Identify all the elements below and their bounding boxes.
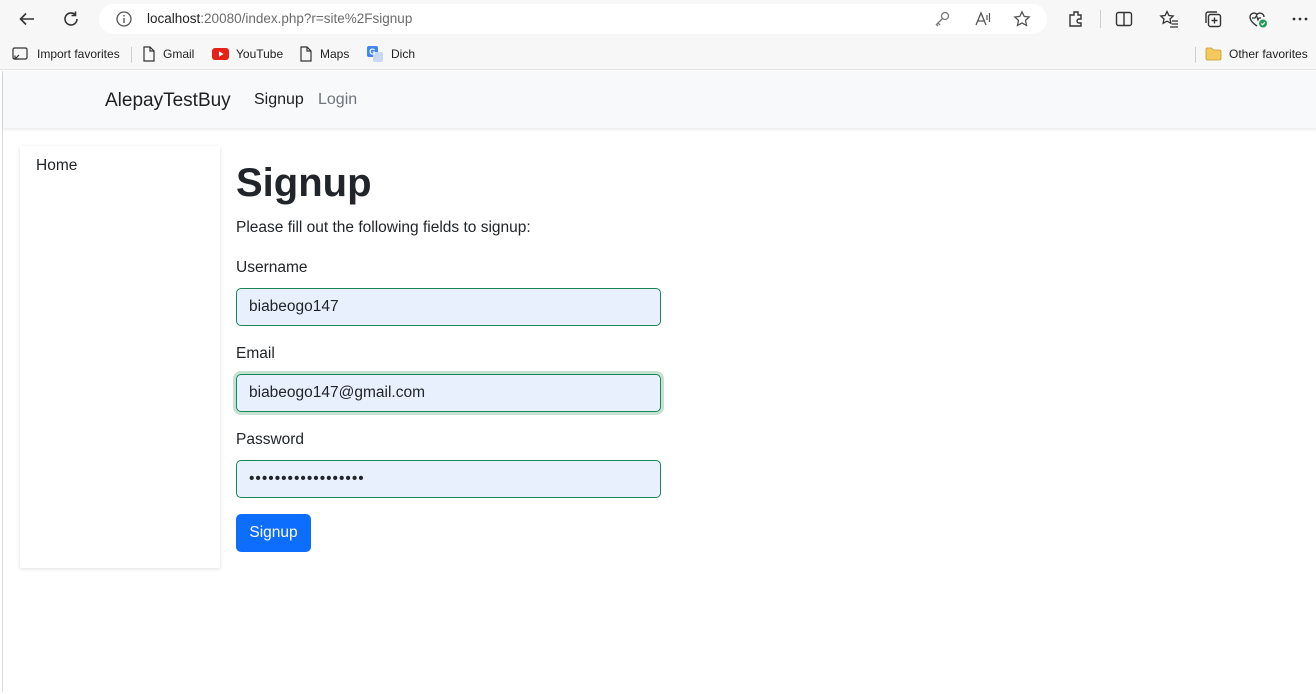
browser-toolbar: localhost:20080/index.php?r=site%2Fsignu…: [0, 0, 1316, 38]
favorites-icon[interactable]: [1159, 9, 1179, 29]
split-screen-icon[interactable]: [1114, 9, 1134, 29]
username-label: Username: [236, 259, 308, 276]
url-host: localhost: [147, 11, 201, 26]
bookmarks-bar: Import favorites Gmail YouTube Maps G Di…: [0, 38, 1316, 70]
bookmark-label: Dich: [391, 47, 416, 61]
extensions-icon[interactable]: [1066, 9, 1086, 29]
bookmarks-divider: [1195, 47, 1196, 63]
page-title: Signup: [236, 161, 372, 205]
bookmark-label: YouTube: [236, 47, 284, 61]
svg-text:G: G: [369, 48, 375, 57]
bookmarks-divider: [131, 47, 132, 63]
password-value: ••••••••••••••••••: [249, 470, 365, 487]
bookmark-import-favorites[interactable]: Import favorites: [12, 45, 120, 63]
bookmark-dich[interactable]: G Dich: [366, 45, 415, 63]
import-icon: [12, 47, 28, 60]
site-info-icon[interactable]: [115, 10, 133, 28]
signup-button[interactable]: Signup: [236, 514, 311, 552]
url-text[interactable]: localhost:20080/index.php?r=site%2Fsignu…: [147, 11, 412, 26]
nav-signup-link[interactable]: Signup: [254, 91, 304, 109]
email-field[interactable]: biabeogo147@gmail.com: [236, 374, 661, 412]
password-key-icon[interactable]: [933, 10, 951, 28]
back-icon[interactable]: [15, 7, 39, 31]
email-value: biabeogo147@gmail.com: [249, 384, 426, 401]
signup-form-section: Signup Please fill out the following fie…: [236, 161, 666, 552]
bookmark-maps[interactable]: Maps: [299, 45, 349, 63]
sidebar: Home: [20, 146, 220, 568]
toolbar-divider: [1100, 10, 1101, 28]
page-viewport: AlepayTestBuy Signup Login Home Signup P…: [2, 71, 1316, 692]
bookmark-label: Other favorites: [1229, 47, 1308, 61]
form-instructions: Please fill out the following fields to …: [236, 219, 531, 236]
collections-icon[interactable]: [1203, 9, 1223, 29]
nav-login-link[interactable]: Login: [318, 91, 357, 109]
bookmark-other-favorites[interactable]: Other favorites: [1205, 45, 1308, 63]
folder-icon: [1205, 47, 1222, 61]
address-bar[interactable]: localhost:20080/index.php?r=site%2Fsignu…: [99, 4, 1047, 34]
password-label: Password: [236, 431, 305, 448]
page-icon: [143, 46, 155, 62]
bookmark-label: Maps: [320, 47, 350, 61]
translate-icon: G: [367, 46, 383, 62]
password-field[interactable]: ••••••••••••••••••: [236, 460, 661, 498]
bookmark-gmail[interactable]: Gmail: [142, 45, 194, 63]
read-aloud-icon[interactable]: [974, 10, 992, 28]
sidebar-item-home[interactable]: Home: [36, 157, 77, 175]
username-field[interactable]: biabeogo147: [236, 288, 661, 326]
refresh-icon[interactable]: [59, 7, 83, 31]
email-label: Email: [236, 345, 275, 362]
bookmark-youtube[interactable]: YouTube: [212, 45, 283, 63]
site-navbar: AlepayTestBuy Signup Login: [3, 71, 1316, 128]
youtube-icon: [212, 48, 229, 60]
bookmark-label: Import favorites: [37, 47, 120, 61]
favorite-star-icon[interactable]: [1013, 10, 1031, 28]
bookmark-label: Gmail: [163, 47, 195, 61]
more-options-icon[interactable]: [1290, 9, 1310, 29]
browser-essentials-icon[interactable]: [1247, 9, 1267, 29]
brand-link[interactable]: AlepayTestBuy: [105, 90, 231, 112]
page-icon: [300, 46, 312, 62]
username-value: biabeogo147: [249, 298, 339, 315]
url-path: :20080/index.php?r=site%2Fsignup: [200, 11, 413, 26]
